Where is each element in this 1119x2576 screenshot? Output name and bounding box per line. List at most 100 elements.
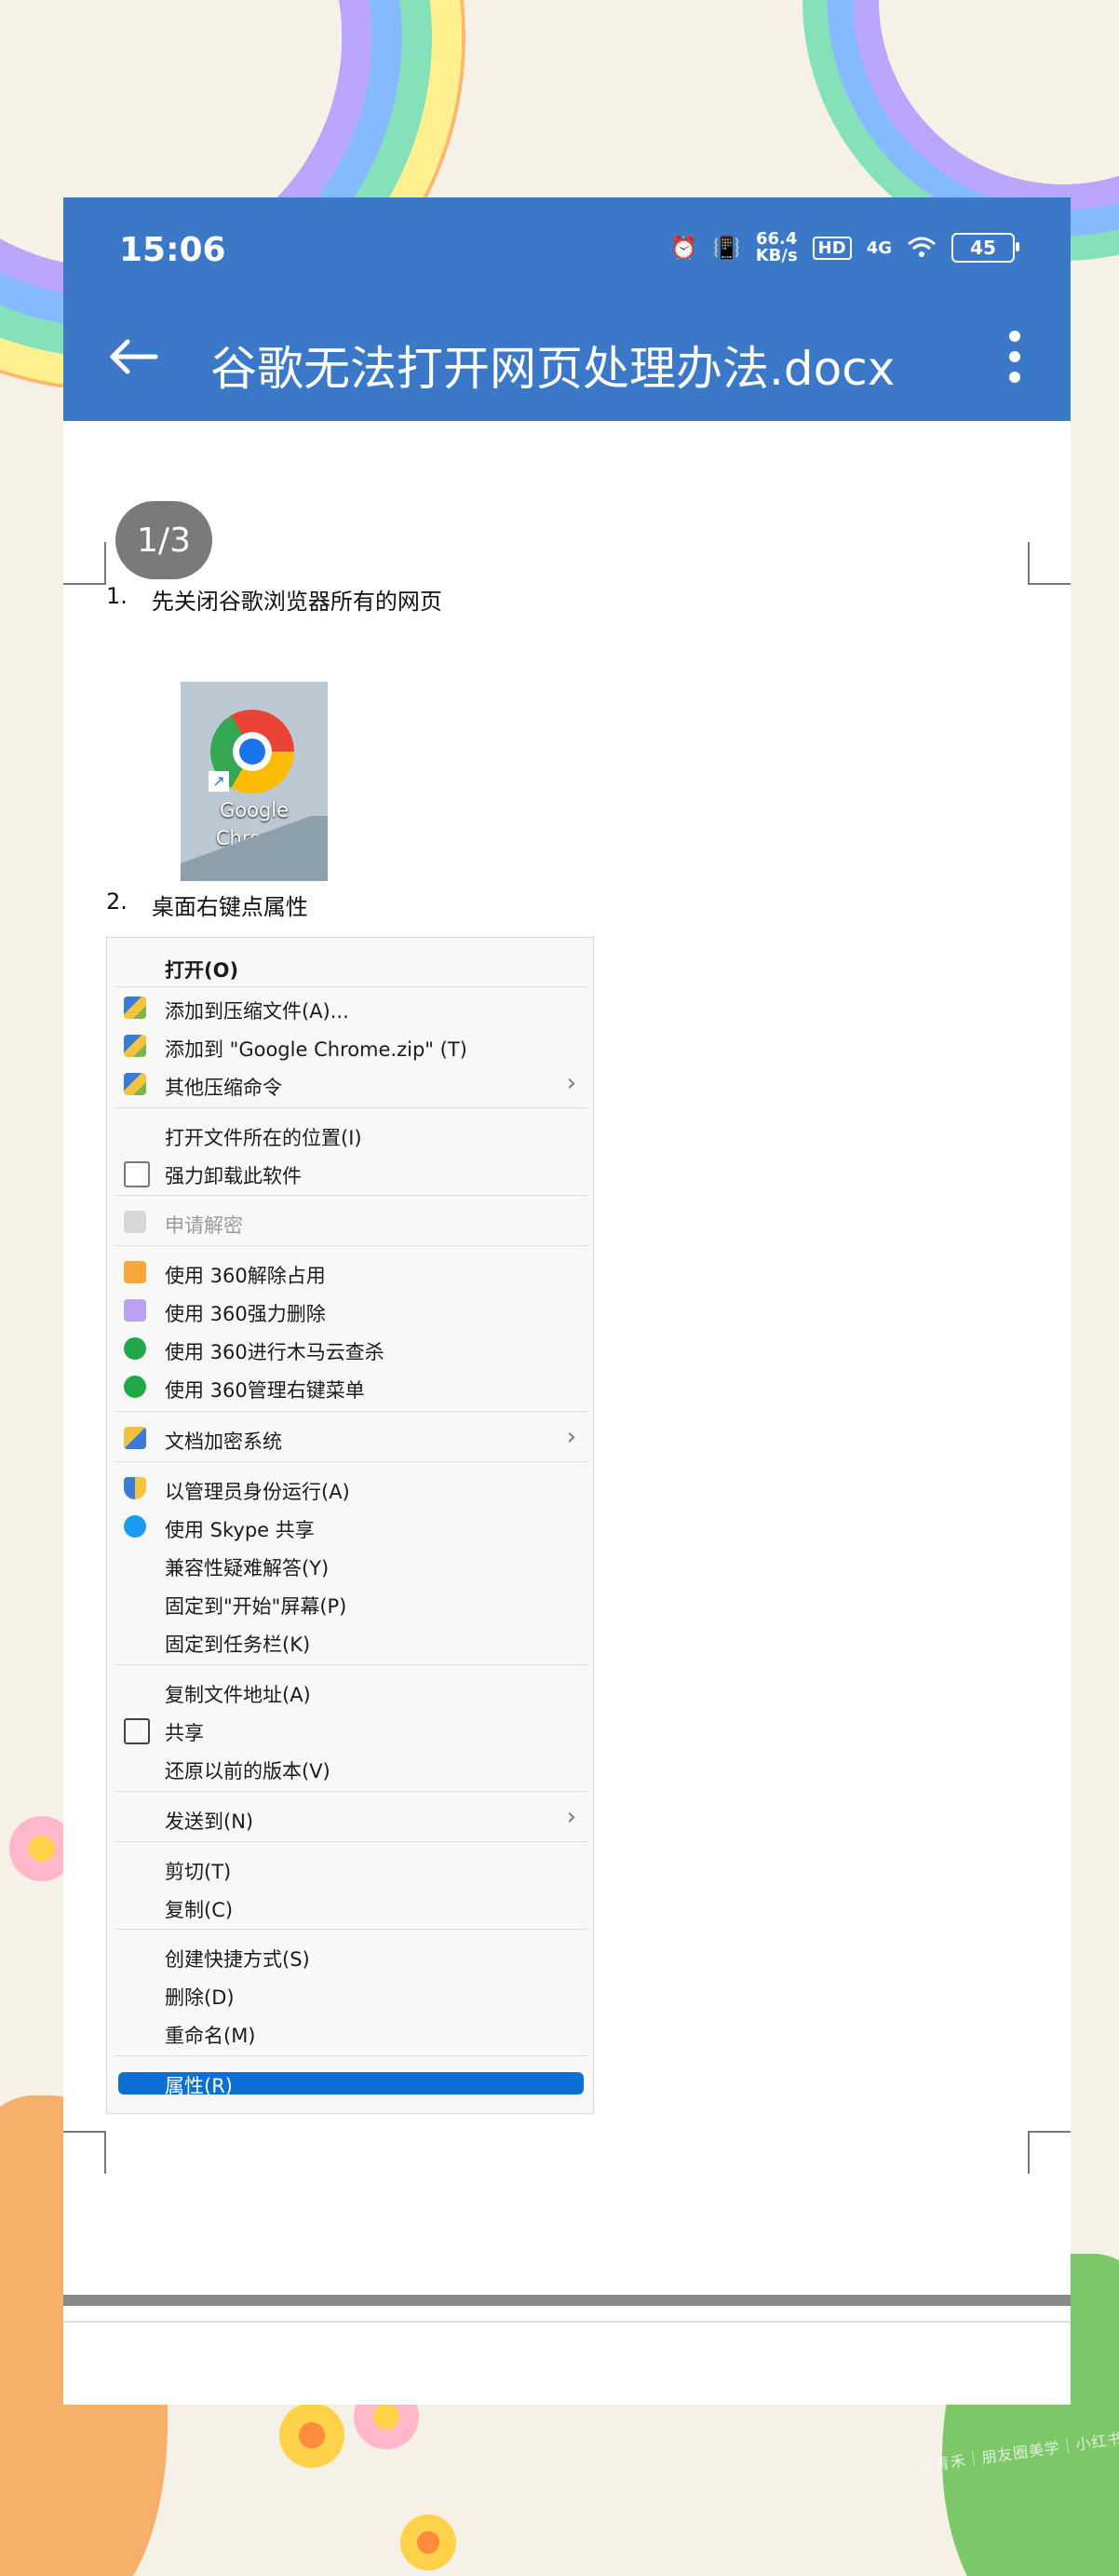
- page-edge: [63, 2321, 1071, 2323]
- menu-item-label: 复制(C): [165, 1899, 234, 1921]
- menu-item-doc-encryption: 文档加密系统 ›: [107, 1418, 593, 1456]
- menu-item-label: 使用 Skype 共享: [165, 1519, 315, 1541]
- decrypt-icon: [124, 1211, 146, 1233]
- chevron-right-icon: ›: [566, 1423, 576, 1451]
- alarm-icon: ⏰: [669, 235, 698, 261]
- crop-mark: [63, 2131, 106, 2174]
- trash-icon: [124, 1161, 150, 1187]
- network-speed: 66.4 KB/s: [756, 231, 798, 264]
- chevron-right-icon: ›: [566, 1069, 576, 1097]
- crop-mark: [1028, 2131, 1071, 2174]
- chevron-right-icon: ›: [566, 1803, 576, 1831]
- menu-item-label: 固定到任务栏(K): [165, 1634, 311, 1656]
- context-menu-screenshot: 打开(O) 添加到压缩文件(A)... 添加到 "Google Chrome.z…: [106, 937, 594, 2114]
- menu-separator: [115, 1929, 587, 1930]
- menu-item-label: 使用 360管理右键菜单: [165, 1379, 365, 1402]
- wifi-icon: [907, 237, 937, 259]
- battery-icon: 45: [951, 233, 1019, 263]
- document-encrypt-icon: [124, 1427, 146, 1449]
- menu-item-copy: 复制(C): [107, 1887, 593, 1924]
- menu-separator: [115, 2055, 587, 2056]
- menu-separator: [115, 1664, 587, 1665]
- menu-item-delete: 删除(D): [107, 1974, 593, 2012]
- page-indicator: 1/3: [115, 501, 212, 579]
- menu-item-label: 强力卸载此软件: [165, 1165, 302, 1187]
- archive-icon: [124, 997, 146, 1019]
- menu-item-label: 删除(D): [165, 1986, 235, 2009]
- menu-item-label: 固定到"开始"屏幕(P): [165, 1595, 347, 1618]
- step-number: 2.: [106, 888, 128, 915]
- more-options-button[interactable]: [996, 324, 1033, 389]
- chrome-desktop-icon-image: ↗ Google Chrome: [181, 682, 328, 881]
- menu-item-rename: 重命名(M): [107, 2013, 593, 2050]
- menu-item-force-uninstall: 强力卸载此软件: [107, 1153, 593, 1190]
- menu-separator: [115, 1461, 587, 1462]
- menu-separator: [115, 1841, 587, 1842]
- menu-item-request-decrypt: 申请解密: [107, 1202, 593, 1240]
- menu-separator: [115, 1411, 587, 1412]
- menu-item-label: 发送到(N): [165, 1810, 254, 1833]
- step-2: 2. 桌面右键点属性: [106, 888, 308, 921]
- menu-item-label: 使用 360强力删除: [165, 1303, 326, 1325]
- 360-security-icon: [124, 1337, 146, 1360]
- back-button[interactable]: [101, 324, 166, 389]
- hd-icon: HD: [812, 236, 852, 260]
- document-title: 谷歌无法打开网页处理办法.docx: [210, 342, 896, 396]
- menu-item-properties: 属性(R): [107, 2063, 593, 2100]
- status-icons: ⏰ 📳 66.4 KB/s HD 4G 45: [669, 231, 1019, 264]
- menu-separator: [115, 1791, 587, 1792]
- menu-item-copy-path: 复制文件地址(A): [107, 1672, 593, 1709]
- menu-item-other-compress: 其他压缩命令 ›: [107, 1064, 593, 1102]
- menu-item-label: 剪切(T): [165, 1861, 232, 1883]
- menu-item-label: 共享: [165, 1722, 204, 1744]
- signal-icon: 4G: [866, 237, 892, 258]
- share-icon: [124, 1718, 150, 1744]
- page-divider: [63, 2295, 1071, 2306]
- menu-item-label: 复制文件地址(A): [165, 1684, 311, 1706]
- menu-item-cut: 剪切(T): [107, 1849, 593, 1886]
- menu-item-pin-to-taskbar: 固定到任务栏(K): [107, 1621, 593, 1659]
- menu-item-360-unlock: 使用 360解除占用: [107, 1253, 593, 1290]
- menu-item-open: 打开(O): [107, 947, 593, 984]
- menu-item-share: 共享: [107, 1710, 593, 1747]
- menu-item-label: 重命名(M): [165, 2025, 256, 2047]
- menu-item-open-file-location: 打开文件所在的位置(I): [107, 1115, 593, 1152]
- uac-shield-icon: [124, 1477, 146, 1499]
- menu-item-label: 打开文件所在的位置(I): [165, 1127, 362, 1149]
- menu-item-360-force-delete: 使用 360强力删除: [107, 1291, 593, 1328]
- vibrate-icon: 📳: [712, 235, 741, 261]
- step-number: 1.: [106, 583, 128, 609]
- menu-item-label: 还原以前的版本(V): [165, 1760, 330, 1783]
- menu-item-label: 其他压缩命令: [165, 1077, 282, 1099]
- 360-unlock-icon: [124, 1261, 146, 1283]
- menu-item-360-manage-menu: 使用 360管理右键菜单: [107, 1367, 593, 1404]
- menu-separator: [115, 1195, 587, 1196]
- menu-item-label: 属性(R): [165, 2075, 233, 2097]
- menu-item-restore-versions: 还原以前的版本(V): [107, 1748, 593, 1785]
- document-viewer[interactable]: 1/3 1. 先关闭谷歌浏览器所有的网页 ↗ Google Chrome 2. …: [63, 421, 1071, 2405]
- menu-separator: [115, 1107, 587, 1108]
- back-arrow-icon: [110, 339, 158, 374]
- skype-icon: [124, 1515, 146, 1538]
- menu-item-label: 创建快捷方式(S): [165, 1948, 310, 1971]
- crop-mark: [63, 542, 106, 585]
- step-text: 先关闭谷歌浏览器所有的网页: [151, 589, 442, 615]
- menu-separator: [115, 1245, 587, 1246]
- 360-shredder-icon: [124, 1299, 146, 1322]
- menu-item-label: 以管理员身份运行(A): [165, 1481, 350, 1503]
- app-header: 谷歌无法打开网页处理办法.docx: [63, 291, 1071, 421]
- menu-item-add-to-archive: 添加到压缩文件(A)...: [107, 988, 593, 1025]
- archive-icon: [124, 1035, 146, 1057]
- chrome-icon-label: Google: [219, 799, 290, 821]
- shortcut-arrow-icon: ↗: [209, 771, 229, 792]
- more-vertical-icon: [1009, 331, 1020, 383]
- step-text: 桌面右键点属性: [151, 894, 308, 920]
- menu-item-label: 使用 360解除占用: [165, 1265, 326, 1287]
- menu-separator: [115, 986, 587, 987]
- menu-item-label: 兼容性疑难解答(Y): [165, 1557, 330, 1579]
- menu-item-pin-to-start: 固定到"开始"屏幕(P): [107, 1583, 593, 1620]
- menu-item-label: 添加到压缩文件(A)...: [165, 1000, 349, 1023]
- archive-icon: [124, 1073, 146, 1095]
- chrome-icon-label: Chrome: [215, 827, 293, 849]
- 360-security-icon: [124, 1376, 146, 1398]
